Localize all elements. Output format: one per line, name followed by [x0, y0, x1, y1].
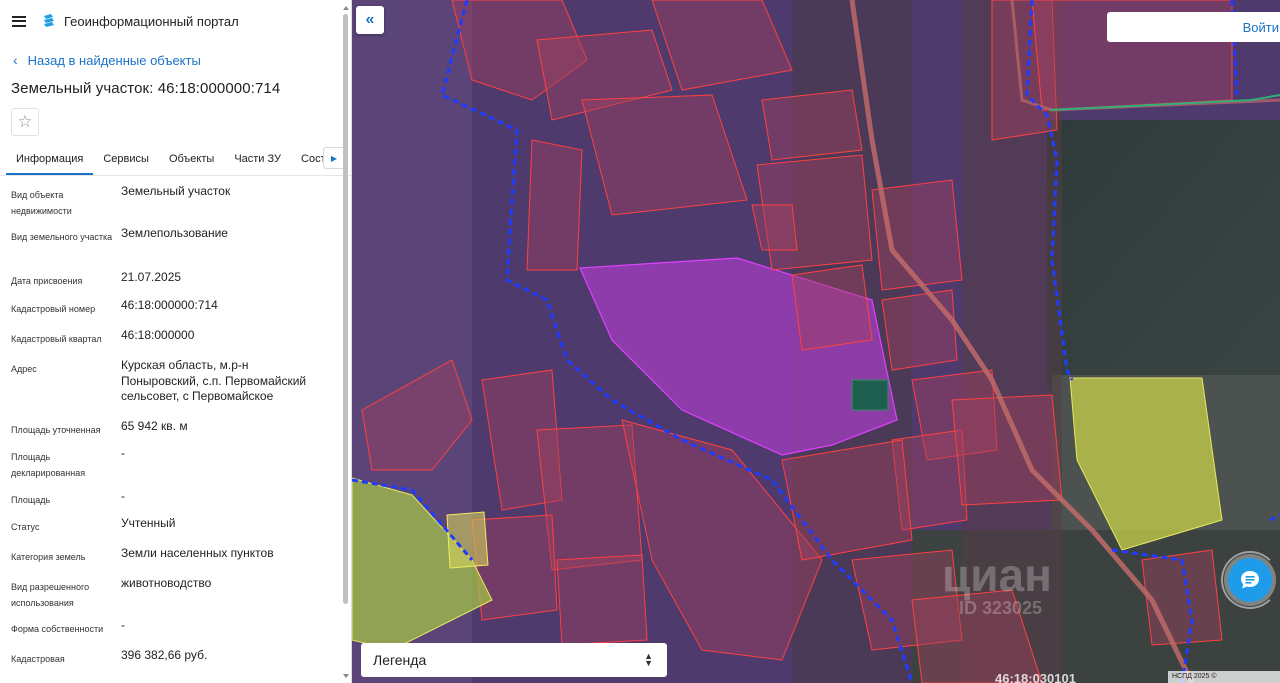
tab-objects[interactable]: Объекты [159, 153, 224, 175]
info-row: Дата присвоения 21.07.2025 [0, 270, 351, 298]
info-value: 65 942 кв. м [121, 419, 188, 433]
back-to-results-link[interactable]: ‹ Назад в найденные объекты [0, 42, 351, 78]
chat-button[interactable] [1228, 558, 1272, 602]
info-label: Адрес [11, 364, 37, 374]
chat-icon [1241, 571, 1259, 589]
info-value: 21.07.2025 [121, 270, 182, 284]
app: Геоинформационный портал ‹ Назад в найде… [0, 0, 1280, 683]
info-value: 46:18:000000:714 [121, 298, 218, 312]
panel-scrollbar[interactable] [342, 6, 349, 678]
map-copyright: НСПД 2025 © [1168, 671, 1280, 683]
chevron-left-icon: ‹ [13, 52, 18, 68]
info-value: - [121, 489, 125, 503]
top-bar: Геоинформационный портал [0, 0, 351, 42]
back-label: Назад в найденные объекты [27, 52, 201, 68]
login-label: Войти [1242, 19, 1279, 35]
star-icon: ☆ [17, 112, 33, 131]
legend-label: Легенда [373, 652, 427, 668]
info-row: Кадастровый квартал 46:18:000000 [0, 328, 351, 358]
info-label: Площадь декларированная [11, 452, 86, 478]
tab-information[interactable]: Информация [6, 153, 94, 175]
scroll-up-arrow-icon[interactable] [343, 6, 349, 10]
double-chevron-left-icon: « [365, 11, 375, 28]
scrollbar-thumb[interactable] [343, 14, 348, 604]
info-value: - [121, 618, 125, 632]
info-list: Вид объекта недвижимости Земельный участ… [0, 176, 351, 676]
watermark-id: ID 323025 [959, 598, 1043, 618]
info-row: Статус Учтенный [0, 516, 351, 546]
info-value: - [121, 446, 125, 460]
info-row: Площадь уточненная 65 942 кв. м [0, 419, 351, 446]
info-label: Кадастровый номер [11, 304, 96, 314]
watermark-text: циан [942, 549, 1052, 601]
info-value: Учтенный [121, 516, 176, 530]
info-label: Кадастровая [11, 654, 65, 664]
portal-logo-icon [44, 14, 54, 27]
info-label: Статус [11, 522, 40, 532]
info-value: Курская область, м.р-н Поныровский, с.п.… [121, 358, 307, 403]
info-label: Вид земельного участка [11, 232, 113, 242]
info-row: Кадастровая 396 382,66 руб. [0, 648, 351, 676]
info-value: Землепользование [121, 226, 228, 240]
scroll-down-arrow-icon[interactable] [343, 674, 349, 678]
info-label: Дата присвоения [11, 276, 83, 286]
info-row: Вид разрешенного использования животново… [0, 576, 351, 618]
login-button[interactable]: Войти [1107, 12, 1280, 42]
info-label: Вид разрешенного использования [11, 582, 90, 608]
satellite-map[interactable] [352, 0, 1280, 683]
info-row: Категория земель Земли населенных пункто… [0, 546, 351, 576]
info-row: Вид земельного участка Землепользование [0, 226, 351, 270]
info-row: Адрес Курская область, м.р-н Поныровский… [0, 358, 351, 419]
info-value: 396 382,66 руб. [121, 648, 208, 662]
info-label: Площадь [11, 495, 51, 505]
info-label: Категория земель [11, 552, 86, 562]
info-label: Форма собственности [11, 624, 104, 634]
caret-right-icon: ▶ [330, 153, 338, 163]
info-row: Кадастровый номер 46:18:000000:714 [0, 298, 351, 328]
info-value: Земли населенных пунктов [121, 546, 274, 560]
map-view[interactable]: « Войти циан ID 323025 Легенда ▲ ▼ 46:18:… [352, 0, 1280, 683]
info-value: Земельный участок [121, 184, 231, 198]
expand-arrows-icon: ▲ ▼ [644, 651, 653, 668]
info-row: Форма собственности - [0, 618, 351, 648]
map-parcel-label: 46:18:030101 [995, 671, 1076, 683]
info-label: Кадастровый квартал [11, 334, 102, 344]
info-value: животноводство [121, 576, 212, 590]
menu-icon[interactable] [12, 15, 26, 27]
info-panel: Геоинформационный портал ‹ Назад в найде… [0, 0, 352, 683]
info-label: Площадь уточненная [11, 425, 101, 435]
info-value: 46:18:000000 [121, 328, 195, 342]
info-label: Вид объекта недвижимости [11, 190, 72, 216]
info-row: Площадь декларированная - [0, 446, 351, 489]
portal-title: Геоинформационный портал [64, 13, 239, 29]
tab-services[interactable]: Сервисы [93, 153, 159, 175]
object-title: Земельный участок: 46:18:000000:714 [11, 80, 281, 97]
legend-dropdown[interactable]: Легенда ▲ ▼ [361, 643, 667, 677]
tab-bar: Информация Сервисы Объекты Части ЗУ Сост… [0, 144, 351, 176]
info-row: Площадь - [0, 489, 351, 516]
collapse-panel-button[interactable]: « [356, 6, 384, 34]
info-row: Вид объекта недвижимости Земельный участ… [0, 184, 351, 226]
tab-land-parts[interactable]: Части ЗУ [224, 153, 291, 175]
favorite-button[interactable]: ☆ [11, 108, 39, 136]
